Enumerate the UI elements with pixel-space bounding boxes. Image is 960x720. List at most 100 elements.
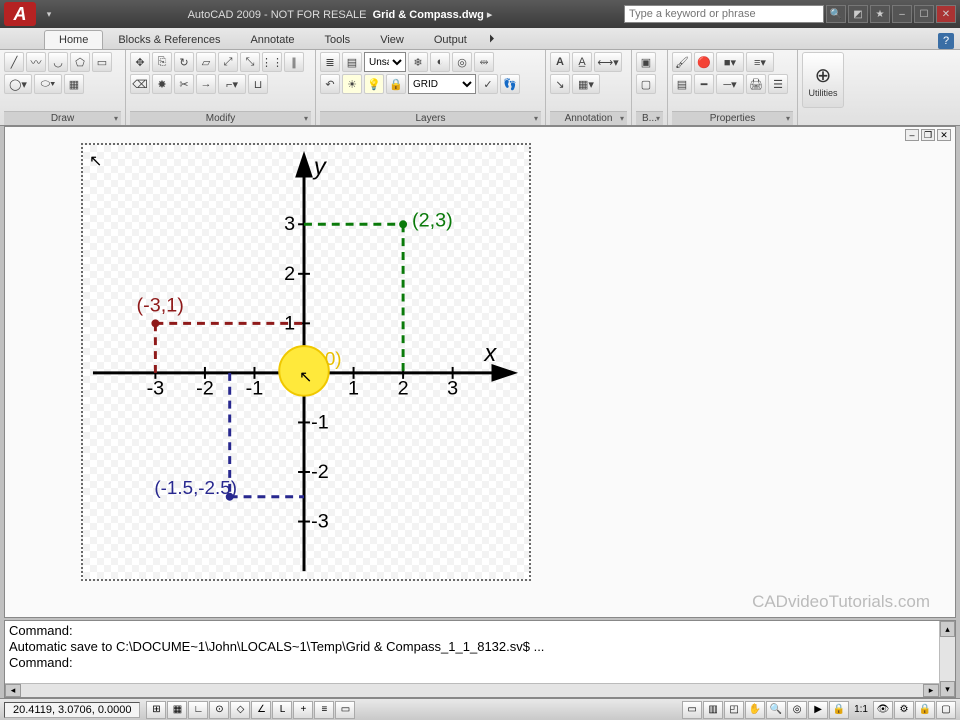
layer-previous-tool[interactable]: ↶: [320, 74, 340, 94]
scale-tool[interactable]: ⤡: [240, 52, 260, 72]
clean-screen[interactable]: ▢: [936, 701, 956, 719]
tab-view[interactable]: View: [365, 30, 419, 49]
erase-tool[interactable]: ⌫: [130, 74, 150, 94]
grid-toggle[interactable]: ▦: [167, 701, 187, 719]
rectangle-tool[interactable]: ▭: [92, 52, 112, 72]
tab-output[interactable]: Output: [419, 30, 482, 49]
arc-tool[interactable]: ◡: [48, 52, 68, 72]
layer-current-select[interactable]: GRID: [408, 74, 476, 94]
qp-toggle[interactable]: ▭: [335, 701, 355, 719]
layer-props-tool[interactable]: ≣: [320, 52, 340, 72]
layer-make-current-tool[interactable]: ✓: [478, 74, 498, 94]
bylayer-tool[interactable]: ☰: [768, 74, 788, 94]
viewport-restore-icon[interactable]: ❐: [921, 129, 935, 141]
app-logo-icon[interactable]: A: [4, 2, 36, 26]
panel-title-layers[interactable]: Layers: [320, 111, 541, 125]
plot-style-tool[interactable]: 🖨: [746, 74, 766, 94]
list-tool[interactable]: ▤: [672, 74, 692, 94]
layout-button[interactable]: ▥: [703, 701, 723, 719]
command-hscroll[interactable]: ◂ ▸: [5, 683, 939, 697]
layer-walk-tool[interactable]: 👣: [500, 74, 520, 94]
rotate-tool[interactable]: ↻: [174, 52, 194, 72]
panel-title-modify[interactable]: Modify: [130, 111, 311, 125]
viewport-close-icon[interactable]: ✕: [937, 129, 951, 141]
copy-tool[interactable]: ⎘: [152, 52, 172, 72]
tab-blocks[interactable]: Blocks & References: [103, 30, 235, 49]
scroll-down-icon[interactable]: ▾: [940, 681, 955, 697]
text-tool[interactable]: A: [550, 52, 570, 72]
favorite-button[interactable]: ★: [870, 5, 890, 23]
mirror-tool[interactable]: ▱: [196, 52, 216, 72]
color-select[interactable]: ■▾: [716, 52, 744, 72]
drawing-area[interactable]: – ❐ ✕: [4, 126, 956, 618]
command-line[interactable]: Command: Automatic save to C:\DOCUME~1\J…: [4, 620, 956, 698]
stretch-tool[interactable]: ⤢: [218, 52, 238, 72]
panel-title-properties[interactable]: Properties: [672, 111, 793, 125]
model-button[interactable]: ▭: [682, 701, 702, 719]
snap-toggle[interactable]: ⊞: [146, 701, 166, 719]
tab-tools[interactable]: Tools: [310, 30, 366, 49]
help-icon[interactable]: ?: [938, 33, 954, 49]
array-tool[interactable]: ⋮⋮: [262, 52, 282, 72]
search-button[interactable]: 🔍: [826, 5, 846, 23]
offset-tool[interactable]: ∥: [284, 52, 304, 72]
ducs-toggle[interactable]: L: [272, 701, 292, 719]
osnap-toggle[interactable]: ◇: [230, 701, 250, 719]
toolbar-lock[interactable]: 🔒: [915, 701, 935, 719]
showmotion-button[interactable]: ▶: [808, 701, 828, 719]
polyline-tool[interactable]: 〰: [26, 52, 46, 72]
annotation-scale-lock[interactable]: 🔒: [829, 701, 849, 719]
hatch-tool[interactable]: ▦: [64, 74, 84, 94]
qatb-dropdown-icon[interactable]: ▾: [42, 7, 56, 21]
panel-title-draw[interactable]: Draw: [4, 111, 121, 125]
tab-overflow[interactable]: ⏵: [482, 29, 502, 49]
table-tool[interactable]: ▦▾: [572, 74, 600, 94]
dyn-toggle[interactable]: +: [293, 701, 313, 719]
create-block-tool[interactable]: ▢: [636, 74, 656, 94]
join-tool[interactable]: ⊔: [248, 74, 268, 94]
layer-style-select[interactable]: Unsa: [364, 52, 406, 72]
otrack-toggle[interactable]: ∠: [251, 701, 271, 719]
annotation-scale[interactable]: 1:1: [850, 704, 872, 715]
lineweight-select[interactable]: ≡▾: [746, 52, 774, 72]
explode-tool[interactable]: ✸: [152, 74, 172, 94]
close-button[interactable]: ✕: [936, 5, 956, 23]
scroll-left-icon[interactable]: ◂: [5, 684, 21, 697]
scroll-right-icon[interactable]: ▸: [923, 684, 939, 697]
layer-freeze-tool[interactable]: ❄: [408, 52, 428, 72]
annotation-visibility[interactable]: 👁: [873, 701, 893, 719]
layer-off-tool[interactable]: ◐: [430, 52, 450, 72]
extend-tool[interactable]: →: [196, 74, 216, 94]
leader-tool[interactable]: ↘: [550, 74, 570, 94]
panel-title-annotation[interactable]: Annotation: [550, 111, 627, 125]
tab-annotate[interactable]: Annotate: [235, 30, 309, 49]
coordinate-readout[interactable]: 20.4119, 3.0706, 0.0000: [4, 702, 140, 718]
maximize-button[interactable]: ☐: [914, 5, 934, 23]
color-tool[interactable]: 🔴: [694, 52, 714, 72]
fillet-tool[interactable]: ⌐▾: [218, 74, 246, 94]
bulb-icon[interactable]: 💡: [364, 74, 384, 94]
ellipse-tool[interactable]: ⬭▾: [34, 74, 62, 94]
layer-iso-tool[interactable]: ◎: [452, 52, 472, 72]
quickview-button[interactable]: ◰: [724, 701, 744, 719]
workspace-switch[interactable]: ⚙: [894, 701, 914, 719]
minimize-button[interactable]: –: [892, 5, 912, 23]
pan-button[interactable]: ✋: [745, 701, 765, 719]
line-tool[interactable]: ╱: [4, 52, 24, 72]
panel-title-block[interactable]: B...: [636, 111, 663, 125]
insert-block-tool[interactable]: ▣: [636, 52, 656, 72]
layer-states-tool[interactable]: ▤: [342, 52, 362, 72]
viewport-minimize-icon[interactable]: –: [905, 129, 919, 141]
tab-home[interactable]: Home: [44, 30, 103, 49]
move-tool[interactable]: ✥: [130, 52, 150, 72]
lock-icon[interactable]: 🔒: [386, 74, 406, 94]
layer-match-tool[interactable]: ⥈: [474, 52, 494, 72]
match-props-tool[interactable]: 🖌: [672, 52, 692, 72]
steering-wheel-button[interactable]: ◎: [787, 701, 807, 719]
command-vscroll[interactable]: ▴ ▾: [939, 621, 955, 697]
zoom-button[interactable]: 🔍: [766, 701, 786, 719]
ortho-toggle[interactable]: ∟: [188, 701, 208, 719]
polygon-tool[interactable]: ⬠: [70, 52, 90, 72]
infocenter-button[interactable]: ◩: [848, 5, 868, 23]
linetype-select[interactable]: ─▾: [716, 74, 744, 94]
